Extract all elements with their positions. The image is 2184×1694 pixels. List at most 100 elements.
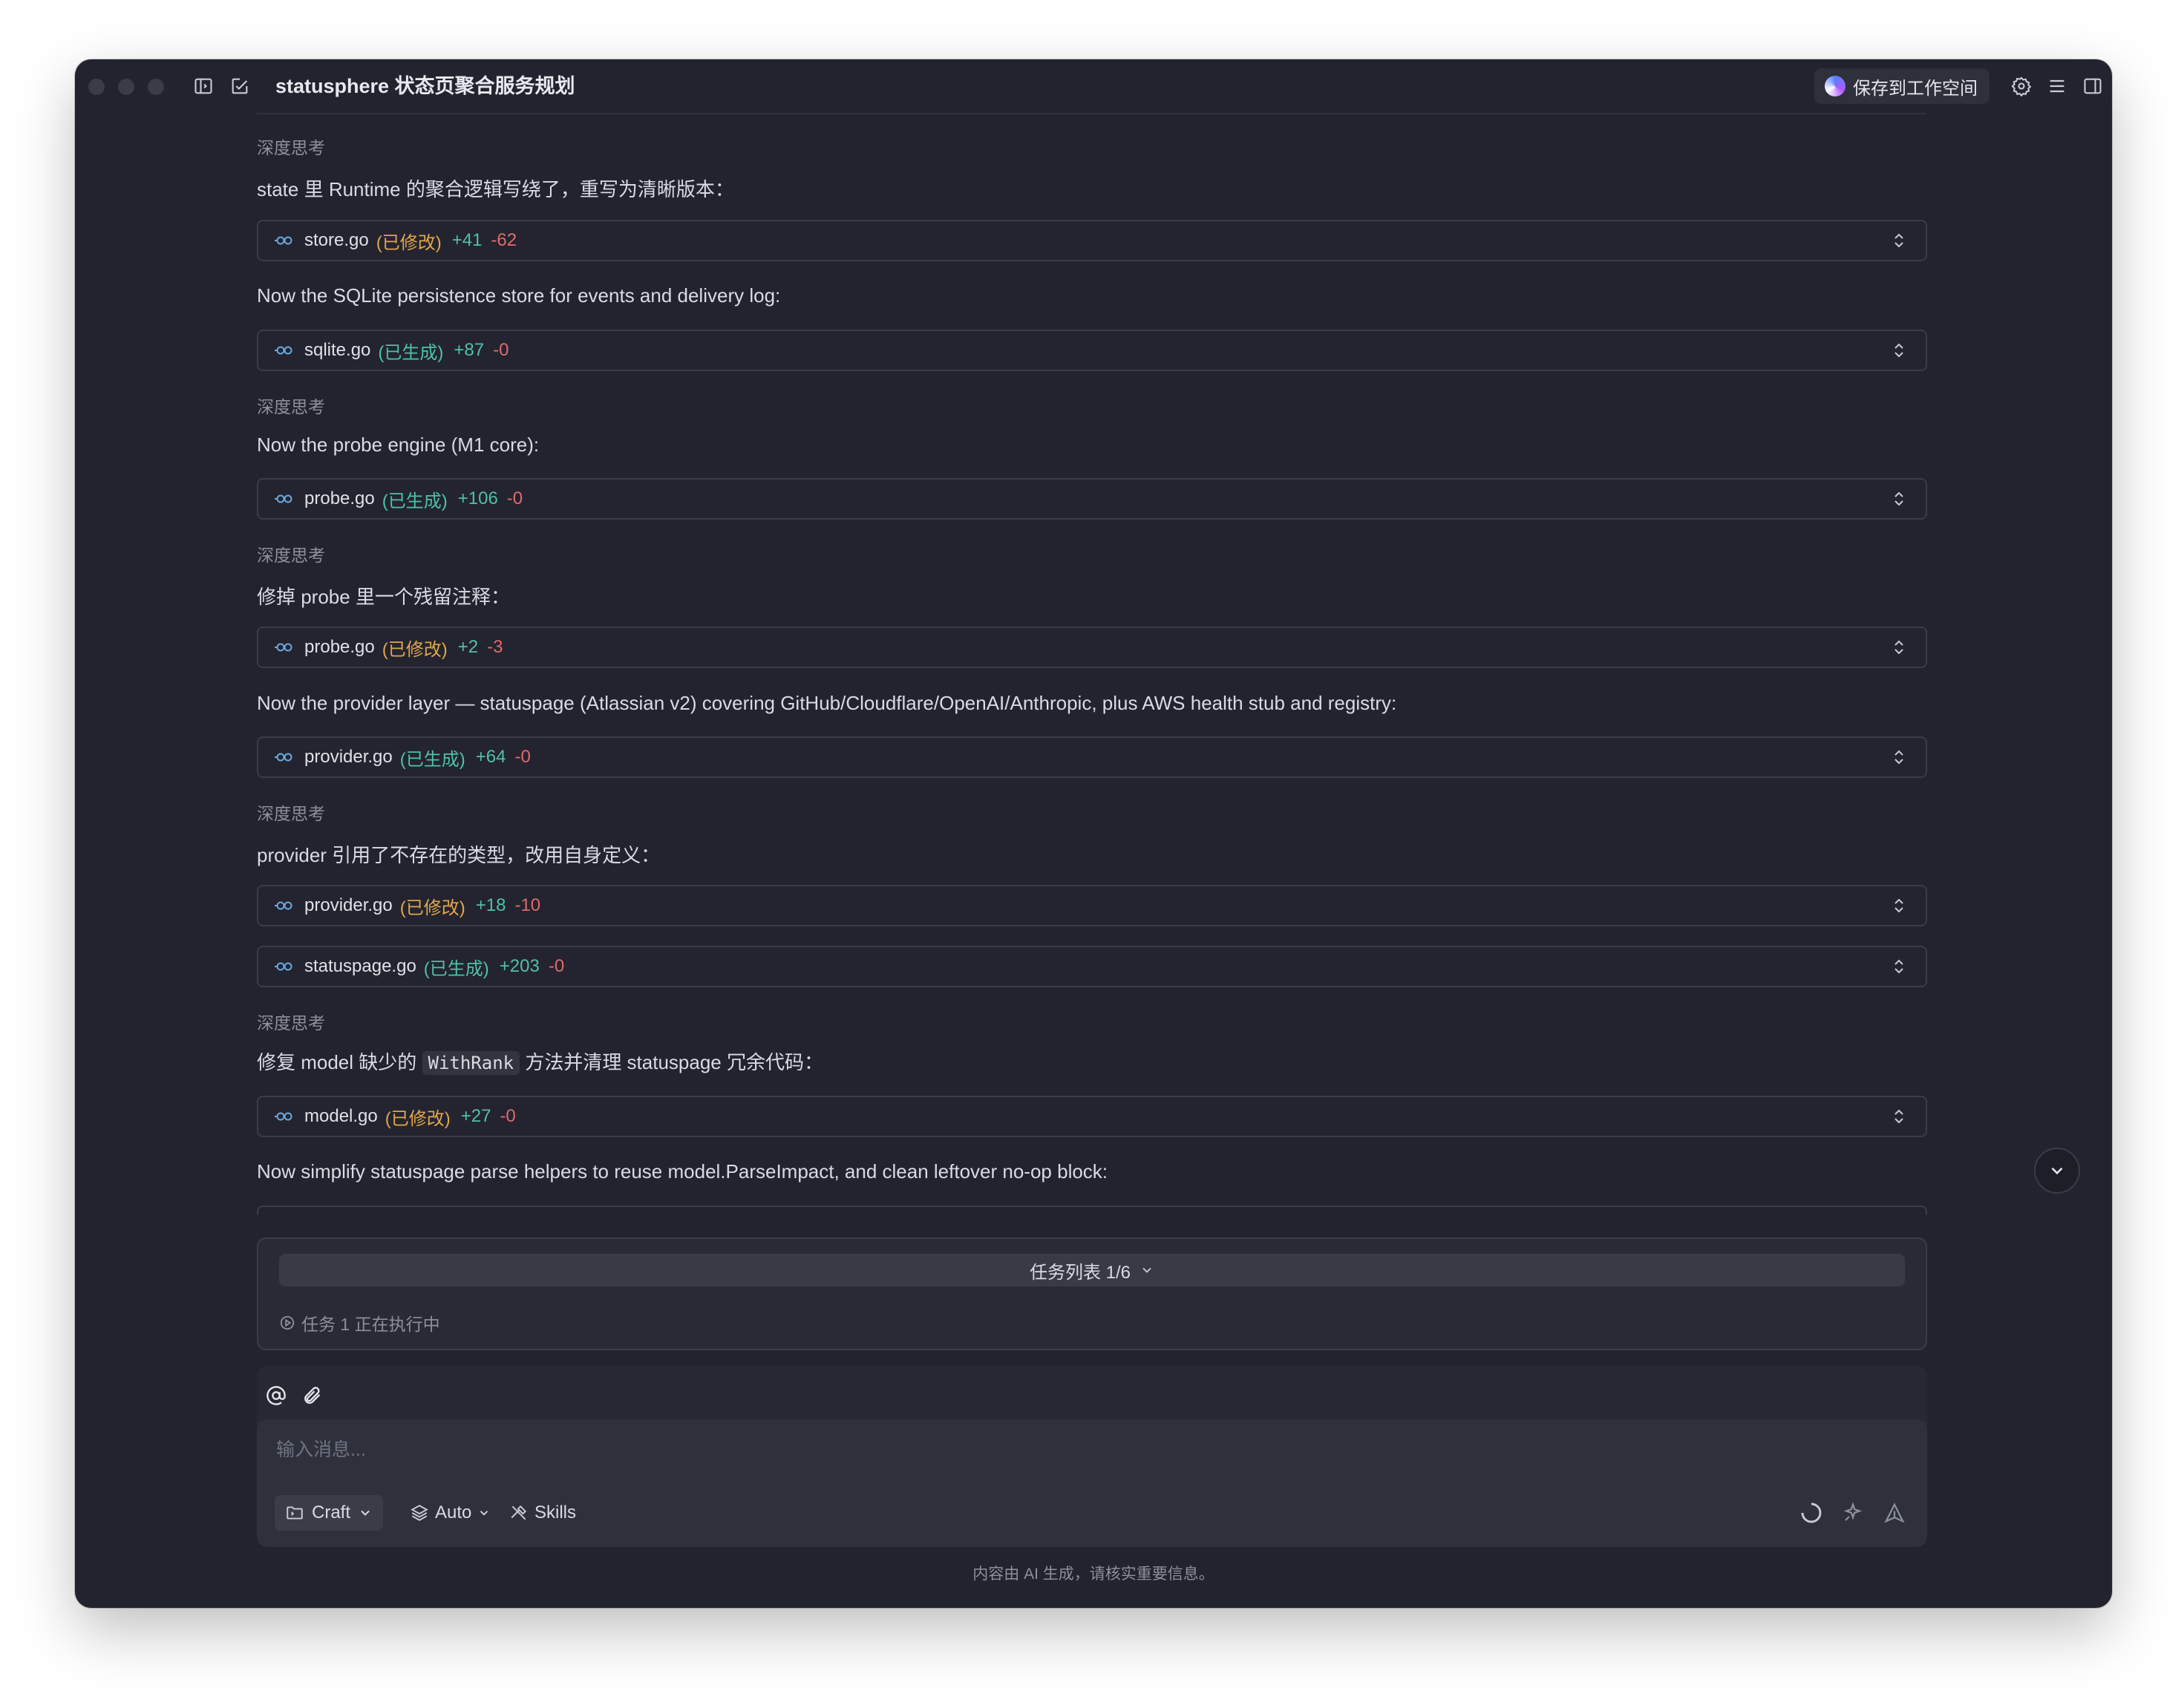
message-text: provider 引用了不存在的类型，改用自身定义： bbox=[257, 844, 661, 866]
message-text: Now the provider layer — statuspage (Atl… bbox=[257, 692, 1397, 714]
file-change-card[interactable]: store.go (已修改) +41 -62 bbox=[257, 220, 1927, 261]
lines-added: +41 bbox=[451, 230, 483, 250]
link-icon bbox=[275, 962, 292, 971]
task-status: 任务 1 正在执行中 bbox=[279, 1310, 440, 1335]
lines-added: +87 bbox=[454, 340, 485, 360]
expand-icon[interactable] bbox=[1892, 490, 1906, 508]
lines-added: +64 bbox=[475, 747, 506, 767]
file-name: model.go bbox=[304, 1106, 378, 1126]
file-change-card[interactable]: statuspage.go (已生成) +203 -0 bbox=[257, 946, 1927, 987]
skills-button[interactable]: Skills bbox=[509, 1495, 576, 1531]
file-change-card[interactable]: model.go (已修改) +27 -0 bbox=[257, 1096, 1927, 1137]
mention-icon[interactable] bbox=[264, 1384, 288, 1407]
chevron-down-icon bbox=[1142, 1267, 1151, 1273]
chevron-down-icon bbox=[480, 1511, 488, 1516]
lines-deleted: -0 bbox=[548, 956, 565, 976]
chevron-down-icon bbox=[2051, 1167, 2063, 1175]
lines-added: +2 bbox=[457, 637, 479, 657]
link-icon bbox=[275, 346, 292, 355]
lines-added: +27 bbox=[460, 1106, 491, 1126]
expand-icon[interactable] bbox=[1892, 341, 1906, 359]
task-list-toggle[interactable]: 任务列表 1/6 bbox=[279, 1254, 1905, 1286]
lines-deleted: -62 bbox=[491, 230, 517, 250]
file-status: (已生成) bbox=[399, 749, 465, 770]
task-panel: 任务列表 1/6 任务 1 正在执行中 bbox=[257, 1237, 1927, 1350]
link-icon bbox=[275, 753, 292, 762]
lines-deleted: -0 bbox=[514, 747, 531, 767]
message-text: state 里 Runtime 的聚合逻辑写绕了，重写为清晰版本： bbox=[257, 178, 734, 200]
link-icon bbox=[275, 494, 292, 503]
thinking-label[interactable]: 深度思考 bbox=[257, 393, 325, 418]
skills-label: Skills bbox=[534, 1502, 577, 1523]
file-name: probe.go bbox=[304, 637, 375, 657]
message-text-suffix: 方法并清理 statuspage 冗余代码： bbox=[520, 1051, 823, 1073]
layers-icon bbox=[411, 1505, 428, 1521]
lines-deleted: -10 bbox=[514, 895, 541, 915]
expand-icon[interactable] bbox=[1892, 232, 1906, 249]
file-name: provider.go bbox=[304, 747, 393, 767]
model-label: Auto bbox=[435, 1502, 472, 1523]
lines-deleted: -0 bbox=[506, 488, 523, 508]
expand-icon[interactable] bbox=[1892, 638, 1906, 656]
expand-icon[interactable] bbox=[1892, 748, 1906, 766]
loading-spinner-icon bbox=[1796, 1498, 1826, 1528]
message-text: 修掉 probe 里一个残留注释： bbox=[257, 586, 510, 608]
inline-code: WithRank bbox=[422, 1051, 520, 1075]
file-change-card[interactable]: probe.go (已生成) +106 -0 bbox=[257, 478, 1927, 520]
file-change-card[interactable]: provider.go (已修改) +18 -10 bbox=[257, 885, 1927, 926]
message-input[interactable] bbox=[275, 1431, 1837, 1468]
app-window: statusphere 状态页聚合服务规划 保存到工作空间 深度思考 state… bbox=[75, 59, 2112, 1608]
file-status: (已修改) bbox=[382, 639, 448, 660]
tools-icon bbox=[511, 1505, 527, 1520]
file-status: (已生成) bbox=[382, 491, 448, 511]
message-text: Now the SQLite persistence store for eve… bbox=[257, 284, 781, 307]
expand-icon[interactable] bbox=[1892, 897, 1906, 915]
mode-select[interactable]: Craft bbox=[275, 1495, 384, 1531]
lines-deleted: -3 bbox=[487, 637, 503, 657]
lines-added: +203 bbox=[499, 956, 540, 976]
folder-terminal-icon bbox=[287, 1506, 303, 1520]
message-text-prefix: 修复 model 缺少的 bbox=[257, 1051, 422, 1073]
mode-label: Craft bbox=[312, 1502, 351, 1523]
file-change-card[interactable]: provider.go (已生成) +64 -0 bbox=[257, 736, 1927, 778]
lines-deleted: -0 bbox=[493, 340, 509, 360]
file-status: (已修改) bbox=[399, 897, 465, 918]
file-status: (已修改) bbox=[376, 232, 442, 253]
thinking-label[interactable]: 深度思考 bbox=[257, 1009, 325, 1034]
enhance-sparkle-icon[interactable] bbox=[1838, 1498, 1868, 1528]
message-text: Now simplify statuspage parse helpers to… bbox=[257, 1160, 1108, 1183]
play-circle-icon bbox=[280, 1315, 295, 1330]
chevron-down-icon bbox=[361, 1510, 370, 1516]
file-name: statuspage.go bbox=[304, 956, 416, 976]
message-text: 修复 model 缺少的 WithRank 方法并清理 statuspage 冗… bbox=[257, 1047, 823, 1075]
expand-icon[interactable] bbox=[1892, 958, 1906, 975]
file-status: (已生成) bbox=[378, 342, 444, 363]
composer: Craft Auto Skills bbox=[257, 1366, 1927, 1547]
lines-added: +18 bbox=[475, 895, 506, 915]
link-icon bbox=[275, 236, 292, 245]
conversation: 深度思考 state 里 Runtime 的聚合逻辑写绕了，重写为清晰版本： s… bbox=[75, 59, 2112, 1214]
message-input-area: Craft Auto Skills bbox=[257, 1419, 1927, 1547]
file-change-card-partial bbox=[257, 1206, 1927, 1214]
file-name: probe.go bbox=[304, 488, 375, 508]
link-icon bbox=[275, 643, 292, 652]
file-change-card[interactable]: sqlite.go (已生成) +87 -0 bbox=[257, 330, 1927, 371]
file-status: (已修改) bbox=[385, 1108, 451, 1129]
file-name: provider.go bbox=[304, 895, 393, 915]
expand-icon[interactable] bbox=[1892, 1108, 1906, 1125]
thinking-label[interactable]: 深度思考 bbox=[257, 541, 325, 566]
task-status-text: 任务 1 正在执行中 bbox=[301, 1315, 440, 1334]
file-name: store.go bbox=[304, 230, 369, 250]
task-list-label: 任务列表 1/6 bbox=[1029, 1262, 1131, 1283]
model-select[interactable]: Auto bbox=[410, 1495, 491, 1531]
message-text: Now the probe engine (M1 core): bbox=[257, 434, 540, 456]
thinking-label[interactable]: 深度思考 bbox=[257, 134, 325, 159]
thinking-label[interactable]: 深度思考 bbox=[257, 799, 325, 825]
lines-deleted: -0 bbox=[500, 1106, 516, 1126]
file-name: sqlite.go bbox=[304, 340, 371, 360]
link-icon bbox=[275, 1112, 292, 1121]
file-change-card[interactable]: probe.go (已修改) +2 -3 bbox=[257, 627, 1927, 668]
scroll-to-bottom-button[interactable] bbox=[2034, 1148, 2080, 1194]
send-icon[interactable] bbox=[1880, 1498, 1909, 1528]
attach-icon[interactable] bbox=[300, 1384, 324, 1407]
